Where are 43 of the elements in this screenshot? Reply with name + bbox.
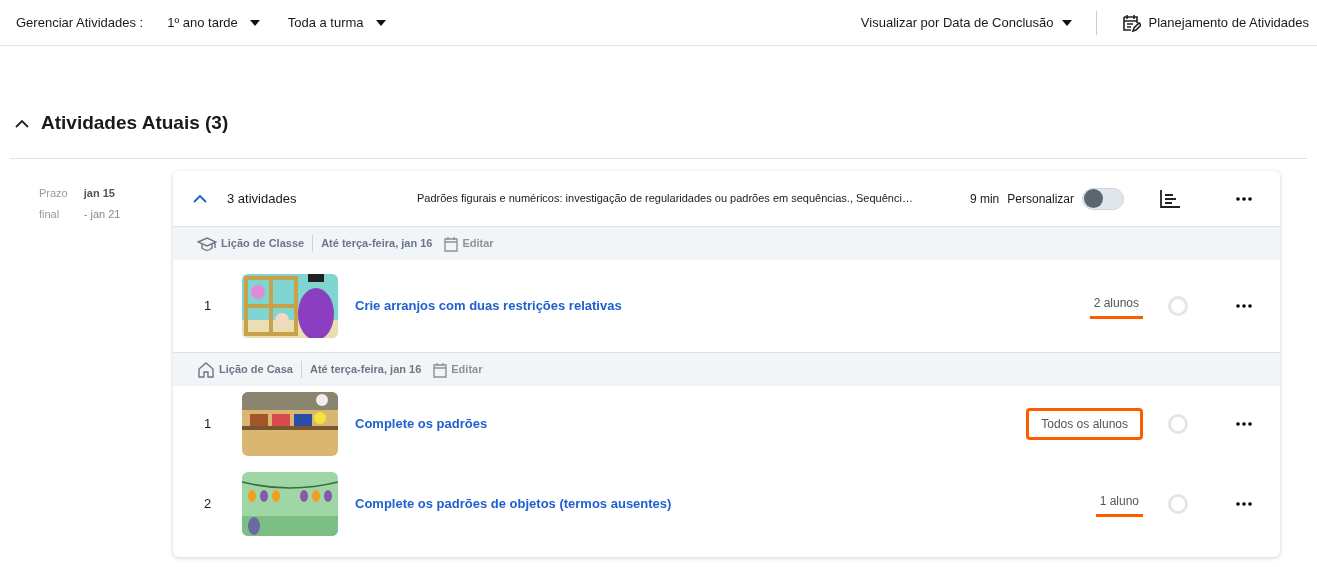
personalize-toggle[interactable] [1082, 187, 1124, 210]
more-icon [1236, 422, 1252, 426]
due-label: final [39, 206, 61, 222]
calendar-icon [444, 235, 459, 252]
activity-number: 1 [204, 297, 213, 316]
due-end-date: - jan 21 [83, 206, 121, 222]
topics-text: Padrões figurais e numéricos: investigação de regularidades ou padrões em sequências., Sequênci… [417, 191, 913, 207]
personalize-label: Personalizar [1007, 190, 1074, 208]
assigned-students[interactable]: 1 aluno [1095, 491, 1143, 517]
lesson-due-date: Até terça-feira, jan 16 [310, 362, 422, 378]
assigned-students[interactable]: 2 alunos [1089, 293, 1143, 319]
activity-number: 2 [204, 495, 213, 514]
lesson-type: Lição de Casa [219, 361, 302, 378]
activity-title[interactable]: Complete os padrões [355, 414, 488, 434]
more-icon [1236, 196, 1252, 201]
activity-title[interactable]: Crie arranjos com duas restrições relativas [355, 296, 622, 316]
activity-number: 1 [204, 415, 213, 434]
section-title: Atividades Atuais (3) [41, 110, 229, 135]
toolbar-label: Gerenciar Atividades : [16, 13, 144, 32]
caret-icon [1061, 19, 1072, 26]
class-dropdown[interactable]: Toda a turma [287, 12, 386, 33]
activity-count: 3 atividades [227, 189, 298, 208]
activity-title[interactable]: Complete os padrões de objetos (termos ausentes) [355, 494, 672, 514]
chevron-up-icon[interactable] [15, 118, 29, 128]
house-icon [197, 360, 215, 379]
lesson-due-date: Até terça-feira, jan 16 [321, 236, 433, 252]
due-label: Prazo [39, 186, 68, 201]
more-icon [1236, 304, 1252, 308]
duration: 9 min [969, 190, 1000, 208]
caret-icon [375, 19, 386, 26]
report-button[interactable] [1160, 189, 1180, 208]
assigned-students[interactable]: Todos os alunos [1026, 408, 1143, 440]
caret-icon [249, 19, 260, 26]
lesson-type: Lição de Classe [221, 235, 314, 252]
graduation-cap-icon [197, 235, 217, 252]
calendar-edit-icon [1120, 12, 1141, 33]
view-dropdown[interactable]: Visualizar por Data de Conclusão [860, 12, 1072, 33]
more-icon [1236, 502, 1252, 506]
planning-button[interactable]: Planejamento de Atividades [1120, 12, 1309, 33]
class-dropdown[interactable]: 1º ano tarde [167, 12, 260, 33]
bar-list-icon [1160, 189, 1180, 208]
due-start-date: jan 15 [83, 186, 116, 201]
calendar-icon [433, 361, 448, 378]
